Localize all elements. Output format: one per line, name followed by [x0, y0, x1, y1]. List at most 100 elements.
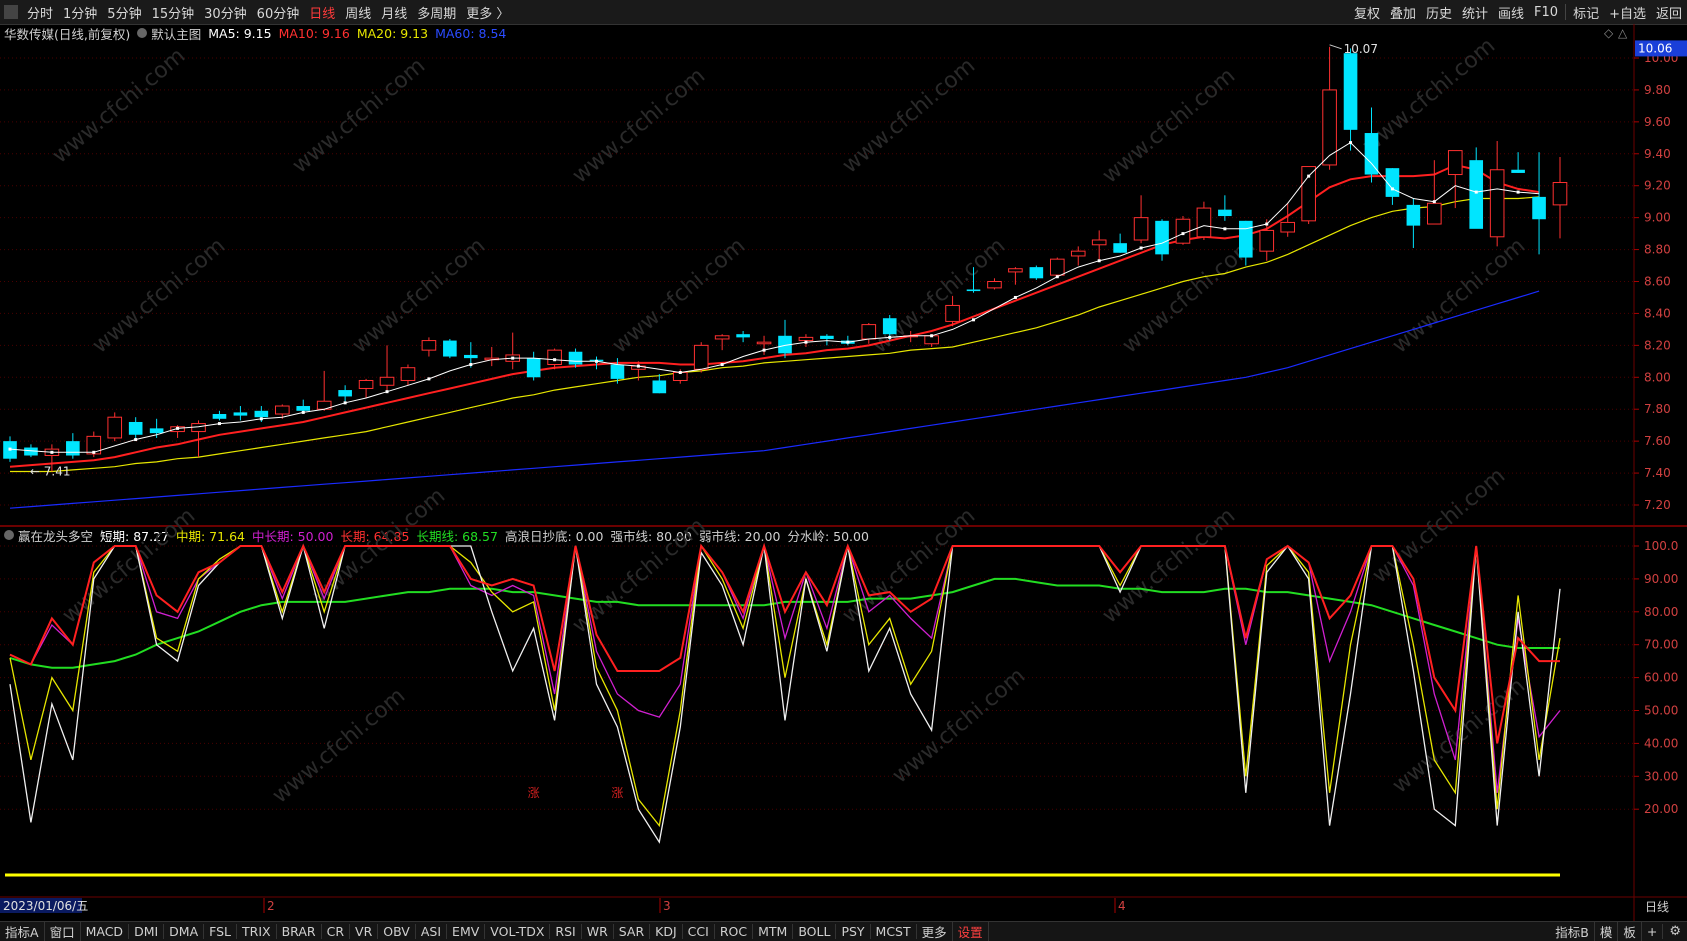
indicator-tab-24[interactable]: 更多	[917, 922, 953, 941]
candle[interactable]	[526, 351, 541, 381]
indicator-tab-13[interactable]: VOL-TDX	[485, 924, 551, 939]
candle[interactable]	[1133, 195, 1149, 244]
candle[interactable]	[589, 356, 604, 370]
candle[interactable]	[421, 337, 437, 357]
tab-15min[interactable]: 15分钟	[147, 3, 200, 22]
indicator-tab-1[interactable]: 窗口	[45, 922, 81, 941]
candle[interactable]	[379, 345, 395, 391]
menu-corner-icon[interactable]	[4, 5, 18, 19]
history-button[interactable]: 历史	[1421, 3, 1457, 22]
indicator-tab-22[interactable]: PSY	[836, 924, 871, 939]
indicator-tab-6[interactable]: TRIX	[237, 924, 277, 939]
tab-5min[interactable]: 5分钟	[102, 3, 146, 22]
candle[interactable]	[714, 334, 730, 351]
candle[interactable]	[1113, 233, 1127, 253]
indicator-b-button[interactable]: 指标B	[1550, 922, 1595, 941]
candle[interactable]	[1175, 216, 1191, 245]
tab-daily[interactable]: 日线	[304, 3, 340, 22]
candle[interactable]	[400, 364, 416, 386]
candle[interactable]	[1343, 48, 1358, 151]
indicator-tab-21[interactable]: BOLL	[793, 924, 837, 939]
candle[interactable]	[1364, 107, 1379, 183]
template-button[interactable]: 模	[1595, 922, 1619, 941]
tab-fenshi[interactable]: 分时	[22, 3, 58, 22]
candle[interactable]	[1427, 160, 1442, 225]
candle[interactable]	[1469, 147, 1484, 229]
candle[interactable]	[1532, 152, 1546, 255]
indicator-tab-11[interactable]: ASI	[416, 924, 448, 939]
candle[interactable]	[233, 406, 248, 421]
candle[interactable]	[841, 335, 855, 346]
f10-button[interactable]: F10	[1529, 5, 1563, 20]
fuquan-button[interactable]: 复权	[1349, 3, 1385, 22]
candle[interactable]	[820, 334, 834, 346]
indicator-tab-9[interactable]: VR	[350, 924, 379, 939]
diamond-icon[interactable]: ◇	[1604, 26, 1614, 40]
indicator-tab-8[interactable]: CR	[322, 924, 351, 939]
candle[interactable]	[1029, 265, 1044, 280]
candle[interactable]	[798, 334, 814, 347]
kline-chart[interactable]: 10.009.809.609.409.209.008.808.608.408.2…	[0, 24, 1687, 921]
candle[interactable]	[358, 378, 374, 399]
indicator-tab-25[interactable]: 设置	[953, 922, 989, 941]
settings-gear-icon[interactable]: ⚙	[1663, 924, 1687, 939]
tab-60min[interactable]: 60分钟	[252, 3, 305, 22]
add-panel-button[interactable]: +	[1642, 924, 1664, 939]
candle[interactable]	[1196, 201, 1212, 240]
overlay-button[interactable]: 叠加	[1385, 3, 1421, 22]
candle[interactable]	[1447, 150, 1463, 209]
candle[interactable]	[1218, 195, 1232, 221]
candle[interactable]	[778, 319, 792, 359]
add-watchlist-button[interactable]: +自选	[1604, 3, 1651, 22]
candle[interactable]	[338, 385, 352, 402]
indicator-tab-5[interactable]: FSL	[204, 924, 238, 939]
indicator-tab-16[interactable]: SAR	[614, 924, 651, 939]
candle[interactable]	[1322, 46, 1337, 170]
back-button[interactable]: 返回	[1651, 3, 1687, 22]
indicator-tab-15[interactable]: WR	[582, 924, 614, 939]
candle[interactable]	[1155, 219, 1169, 261]
indicator-tab-18[interactable]: CCI	[683, 924, 715, 939]
candle[interactable]	[1049, 257, 1065, 277]
indicator-tab-10[interactable]: OBV	[378, 924, 416, 939]
candle[interactable]	[484, 346, 500, 367]
candle[interactable]	[212, 410, 227, 421]
candle[interactable]	[274, 404, 290, 419]
candle[interactable]	[1489, 141, 1505, 247]
draw-line-button[interactable]: 画线	[1493, 3, 1529, 22]
candle[interactable]	[505, 332, 521, 370]
indicator-tab-17[interactable]: KDJ	[650, 924, 683, 939]
candle[interactable]	[296, 399, 311, 413]
candle[interactable]	[736, 330, 750, 343]
tab-multi-period[interactable]: 多周期	[412, 3, 461, 22]
indicator-tab-12[interactable]: EMV	[447, 924, 486, 939]
candle[interactable]	[128, 417, 143, 438]
indicator-tab-7[interactable]: BRAR	[277, 924, 322, 939]
candle[interactable]	[107, 412, 123, 442]
candle[interactable]	[443, 338, 457, 359]
indicator-tab-20[interactable]: MTM	[753, 924, 794, 939]
tab-more[interactable]: 更多 〉	[461, 3, 514, 22]
tab-1min[interactable]: 1分钟	[58, 3, 102, 22]
mark-button[interactable]: 标记	[1568, 3, 1604, 22]
candle[interactable]	[1511, 152, 1525, 173]
indicator-tab-0[interactable]: 指标A	[0, 922, 45, 941]
indicator-tab-4[interactable]: DMA	[164, 924, 205, 939]
stats-button[interactable]: 统计	[1457, 3, 1493, 22]
tab-monthly[interactable]: 月线	[376, 3, 412, 22]
indicator-tab-23[interactable]: MCST	[871, 924, 917, 939]
indicator-tab-2[interactable]: MACD	[81, 924, 130, 939]
candle[interactable]	[66, 433, 80, 459]
candle[interactable]	[1091, 230, 1107, 260]
indicator-tab-19[interactable]: ROC	[715, 924, 754, 939]
candle[interactable]	[987, 278, 1002, 290]
indicator-tab-3[interactable]: DMI	[129, 924, 165, 939]
candle[interactable]	[1385, 168, 1400, 205]
tab-weekly[interactable]: 周线	[340, 3, 376, 22]
arrow-up-icon[interactable]: △	[1618, 26, 1628, 40]
candle[interactable]	[1552, 156, 1568, 239]
indicator-tab-14[interactable]: RSI	[550, 924, 582, 939]
board-button[interactable]: 板	[1618, 922, 1642, 941]
candle[interactable]	[1008, 267, 1023, 285]
candle[interactable]	[1070, 246, 1086, 266]
